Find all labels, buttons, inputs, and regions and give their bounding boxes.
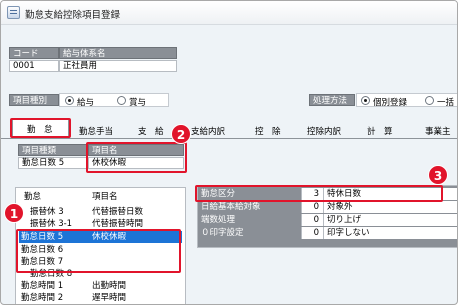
callout-badge-1: 1	[4, 203, 24, 223]
tab-kintai-teate[interactable]: 勤怠手当	[79, 125, 113, 137]
code-value[interactable]: 0001	[9, 60, 59, 72]
highlight-tab-kintai	[10, 118, 71, 138]
setting-value-zero-print: 印字しない	[323, 227, 457, 239]
radio-shoyo-label: 賞与	[129, 98, 147, 108]
list-item[interactable]: 振替休 3 代替振替日数	[16, 206, 185, 218]
item-type-label: 項目種別	[9, 94, 59, 106]
setting-num-zero-print[interactable]: 0	[301, 227, 323, 239]
process-method-radio-group: 個別登録 一括	[356, 93, 457, 108]
tab-kojo-uchiwake[interactable]: 控除内訳	[307, 125, 341, 137]
item-list-header: 勤怠 項目名	[16, 191, 185, 203]
kyuyo-name-label: 給与体系名	[59, 47, 177, 59]
tab-keisan[interactable]: 計 算	[367, 125, 393, 137]
kyuyo-name-value: 正社員用	[59, 60, 177, 72]
radio-individual[interactable]	[361, 96, 370, 105]
selected-type-label: 項目種類	[18, 144, 88, 156]
selected-type-value: 勤怠日数 5	[18, 157, 88, 169]
window-title: 勤怠支給控除項目登録	[25, 10, 121, 21]
radio-kyuyo-label: 給与	[77, 98, 95, 108]
col-kintai: 勤怠	[24, 192, 42, 202]
item-type-radio-group: 給与 賞与	[59, 93, 169, 108]
list-item[interactable]: 勤怠時間 2 遅早時間	[16, 292, 185, 304]
app-icon	[7, 6, 20, 19]
highlight-selected-name	[86, 142, 187, 173]
tab-shikyu[interactable]: 支 給	[138, 125, 164, 137]
callout-badge-3: 3	[428, 165, 448, 185]
setting-num-nikkyu[interactable]: 0	[301, 201, 323, 213]
radio-bulk-label: 一括	[437, 98, 455, 108]
col-item-name: 項目名	[92, 192, 118, 202]
highlight-item-list	[16, 229, 181, 273]
setting-value-hasu: 切り上げ	[323, 214, 457, 226]
code-label: コード	[9, 47, 59, 59]
radio-shoyo[interactable]	[117, 96, 126, 105]
setting-label-hasu: 端数処理	[198, 214, 301, 226]
tab-jigyonushi[interactable]: 事業主	[425, 125, 451, 137]
setting-label-nikkyu: 日給基本給対象	[198, 201, 301, 213]
app-window: 勤怠支給控除項目登録 コード 給与体系名 0001 正社員用 項目種別 給与 賞…	[0, 0, 458, 305]
radio-kyuyo[interactable]	[65, 96, 74, 105]
radio-individual-label: 個別登録	[373, 98, 408, 108]
highlight-kintai-kubun	[195, 185, 443, 202]
radio-bulk[interactable]	[425, 96, 434, 105]
setting-value-nikkyu: 対象外	[323, 201, 457, 213]
callout-badge-2: 2	[171, 124, 191, 144]
setting-num-hasu[interactable]: 0	[301, 214, 323, 226]
process-method-label: 処理方法	[309, 94, 355, 106]
list-item[interactable]: 勤怠時間 1 出勤時間	[16, 280, 185, 292]
title-bar: 勤怠支給控除項目登録	[1, 1, 457, 25]
setting-label-zero-print: ０印字設定	[198, 227, 301, 239]
tab-kojo[interactable]: 控 除	[255, 125, 281, 137]
tab-shikyu-uchiwake[interactable]: 支給内訳	[191, 125, 225, 137]
